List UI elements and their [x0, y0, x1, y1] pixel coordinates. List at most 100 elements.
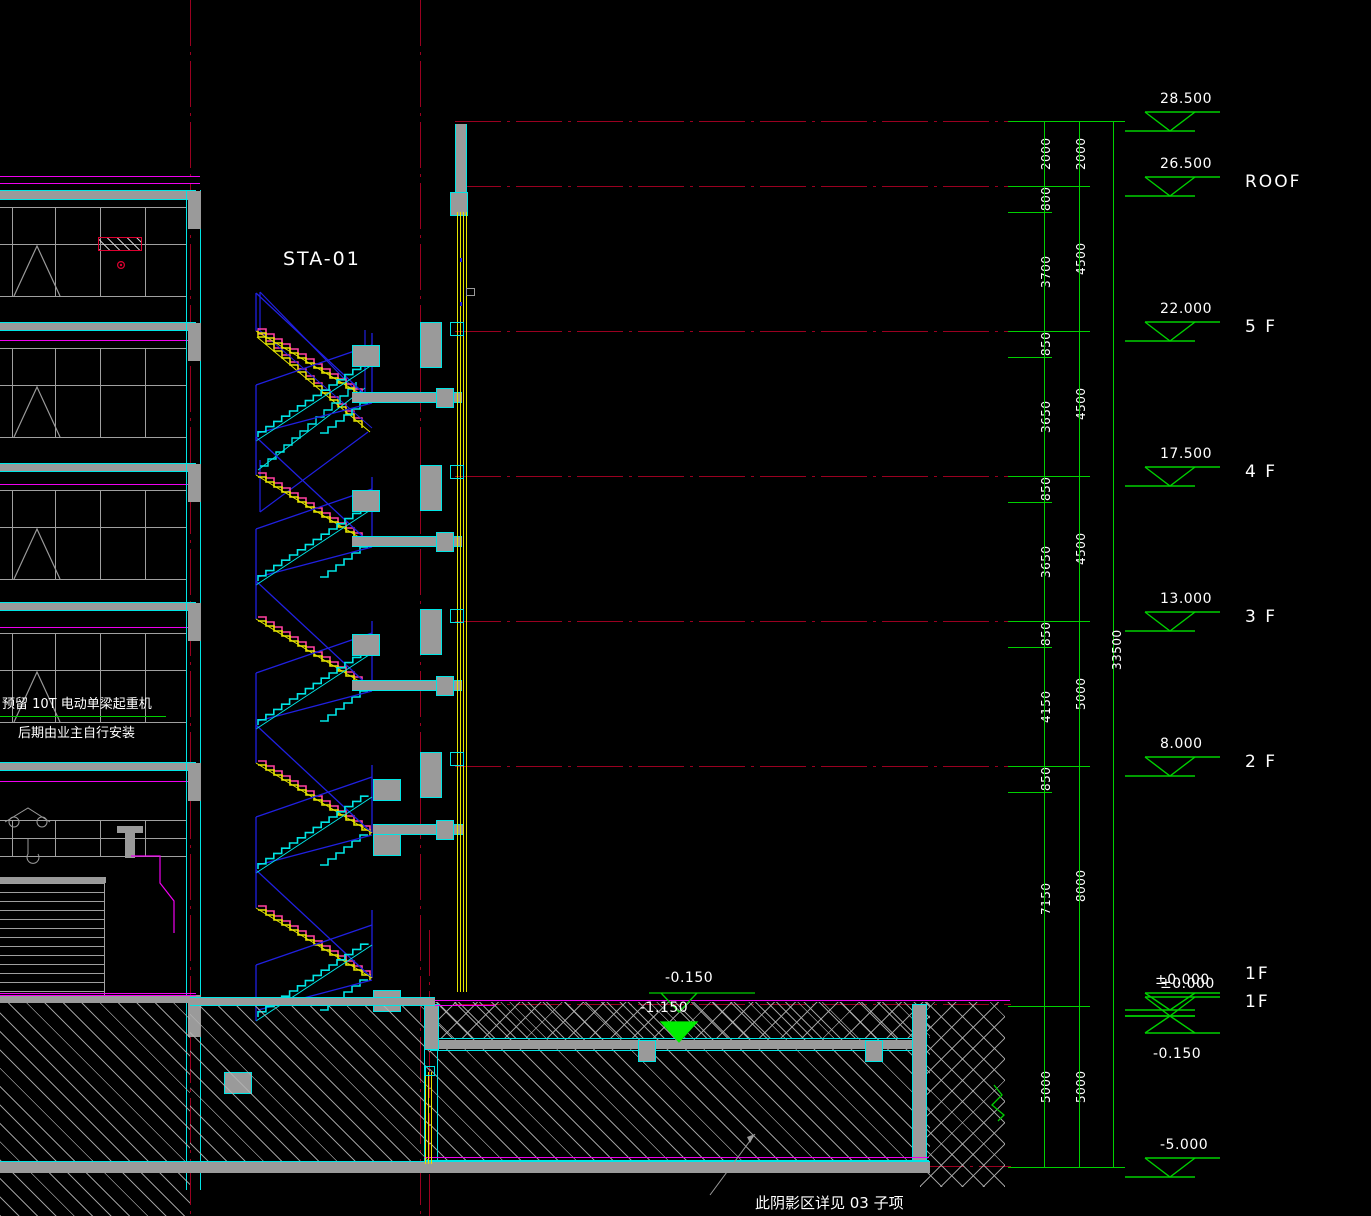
truss-level-3 — [0, 490, 186, 582]
floor-line-22000 — [455, 331, 1011, 332]
truss-level-2 — [0, 348, 186, 440]
parapet-edge-left — [455, 124, 456, 200]
slab-line-1f-bot — [0, 770, 196, 771]
slab-5f — [0, 191, 196, 199]
elevation-value-zero: ±0.000 — [1155, 972, 1210, 988]
elevation-value: 13.000 — [1160, 591, 1212, 607]
elevation-value: 8.000 — [1160, 736, 1203, 752]
left-magenta-2f — [0, 627, 196, 628]
dim-tick-outer — [1044, 766, 1090, 767]
floor-line-26500 — [455, 186, 1011, 187]
slab-4f — [0, 323, 196, 330]
parapet-wall — [456, 124, 466, 200]
elevation-value: -5.000 — [1160, 1137, 1209, 1153]
left-magenta-1f — [0, 781, 196, 782]
dim-label-inner: 4150 — [1039, 689, 1053, 723]
elevation-value: 26.500 — [1160, 156, 1212, 172]
cad-drawing-canvas: 预留 10T 电动单梁起重机 后期由业主自行安装 STA-01 -0.150 -… — [0, 0, 1371, 1216]
dim-tick-outer — [1044, 1006, 1090, 1007]
soil-hatch-stair-bay — [190, 1002, 430, 1162]
dim-tick-inner — [1008, 212, 1052, 213]
floor-line-13000 — [455, 621, 1011, 622]
dim-tick-inner — [1008, 357, 1052, 358]
left-magenta-3f — [0, 484, 196, 485]
basement-wall-left-down2 — [437, 1050, 438, 1160]
dim-label-outer: 4500 — [1074, 241, 1088, 275]
floor-label: 4 F — [1245, 462, 1277, 482]
soil-hatch-left — [0, 1002, 190, 1216]
dim-tick-inner — [1008, 502, 1052, 503]
dim-label-outer: 2000 — [1074, 136, 1088, 170]
shadow-note-leader — [709, 1133, 756, 1196]
ground-slab-left — [0, 996, 196, 1003]
parapet-edge-right — [466, 124, 467, 200]
slab-line-3f-bot — [0, 471, 196, 472]
crane-beam-symbol — [98, 237, 142, 251]
left-magenta-line-top2 — [0, 183, 200, 184]
truss-level-1 — [0, 207, 186, 299]
elevation-double-triangle-icon — [1125, 992, 1220, 1034]
dim-label-outer: 4500 — [1074, 386, 1088, 420]
dim-label-inner: 5000 — [1039, 1069, 1053, 1103]
left-magenta-line-top1 — [0, 176, 200, 177]
dim-tick-total — [1079, 1167, 1125, 1168]
floor-label: 3 F — [1245, 607, 1277, 627]
slab-line-5f-bot — [0, 199, 196, 200]
dim-label-inner: 3650 — [1039, 399, 1053, 433]
dim-label-inner: 850 — [1039, 476, 1053, 501]
floor-label: 2 F — [1245, 752, 1277, 772]
dim-label-inner: 850 — [1039, 766, 1053, 791]
truss-diagonal-icon — [13, 385, 61, 438]
floor-1f-slab — [190, 998, 435, 1005]
elevation-triangle-icon — [1125, 611, 1220, 632]
basement-bottom-mag — [424, 1157, 929, 1158]
basement-yellow-rebar — [425, 1072, 435, 1164]
shadow-note: 此阴影区详见 03 子项 — [755, 1194, 904, 1212]
dim-rail-inner — [1044, 121, 1045, 1167]
level-0150-text: -0.150 — [665, 970, 714, 986]
curtain-joint-a — [460, 258, 462, 262]
floor-label: 5 F — [1245, 317, 1277, 337]
crane-note-underline — [0, 716, 166, 717]
break-symbol-icon — [991, 1084, 1005, 1122]
dim-label-inner: 3700 — [1039, 254, 1053, 288]
roller-shutter — [0, 883, 104, 995]
basement-pier-2-outline — [865, 1040, 883, 1062]
truss-diagonal-icon — [13, 244, 61, 297]
slab-line-2f-bot — [0, 610, 196, 611]
truss-diagonal-icon — [13, 527, 61, 580]
elevation-value: 28.500 — [1160, 91, 1212, 107]
dim-rail-outer — [1079, 121, 1080, 1167]
elevation-triangle-icon — [1125, 466, 1220, 487]
left-magenta-4f — [0, 340, 196, 341]
elevation-value: 17.500 — [1160, 446, 1212, 462]
elevation-triangle-icon — [1125, 756, 1220, 777]
slab-1f — [0, 763, 196, 770]
curtain-wall-anchor-icon — [466, 288, 475, 296]
dim-label-inner: 800 — [1039, 186, 1053, 211]
elevation-triangle-filled-icon — [659, 1021, 699, 1043]
elevation-value: 22.000 — [1160, 301, 1212, 317]
level-1150-text: -1.150 — [640, 1000, 689, 1016]
basement-top-slab-line-b — [430, 1050, 927, 1051]
column-5f — [188, 191, 201, 229]
basement-bottom-slab — [0, 1162, 930, 1173]
ground-slab-left-mag — [0, 993, 196, 994]
dim-tick-total — [1079, 121, 1125, 122]
elevation-triangle-icon — [1125, 1157, 1220, 1178]
floor-1f-slab-bot — [190, 1005, 435, 1006]
curtain-joint-b — [460, 302, 462, 306]
dim-label-outer: 8000 — [1074, 869, 1088, 902]
downpipe-magenta — [131, 855, 175, 933]
stair-mid-flight — [255, 776, 373, 874]
basement-bottom-slab-line — [0, 1161, 930, 1162]
elevation-triangle-icon — [1125, 176, 1220, 197]
basement-wall-left-outline — [424, 1004, 439, 1050]
elevation-triangle-icon — [1125, 111, 1220, 132]
dim-tick-outer — [1044, 331, 1090, 332]
dim-label-inner: 850 — [1039, 621, 1053, 646]
slab-magenta-right — [435, 1005, 495, 1006]
dim-tick-inner — [1008, 792, 1052, 793]
total-height-label: 33500 — [1110, 629, 1124, 670]
dim-tick-outer — [1044, 476, 1090, 477]
